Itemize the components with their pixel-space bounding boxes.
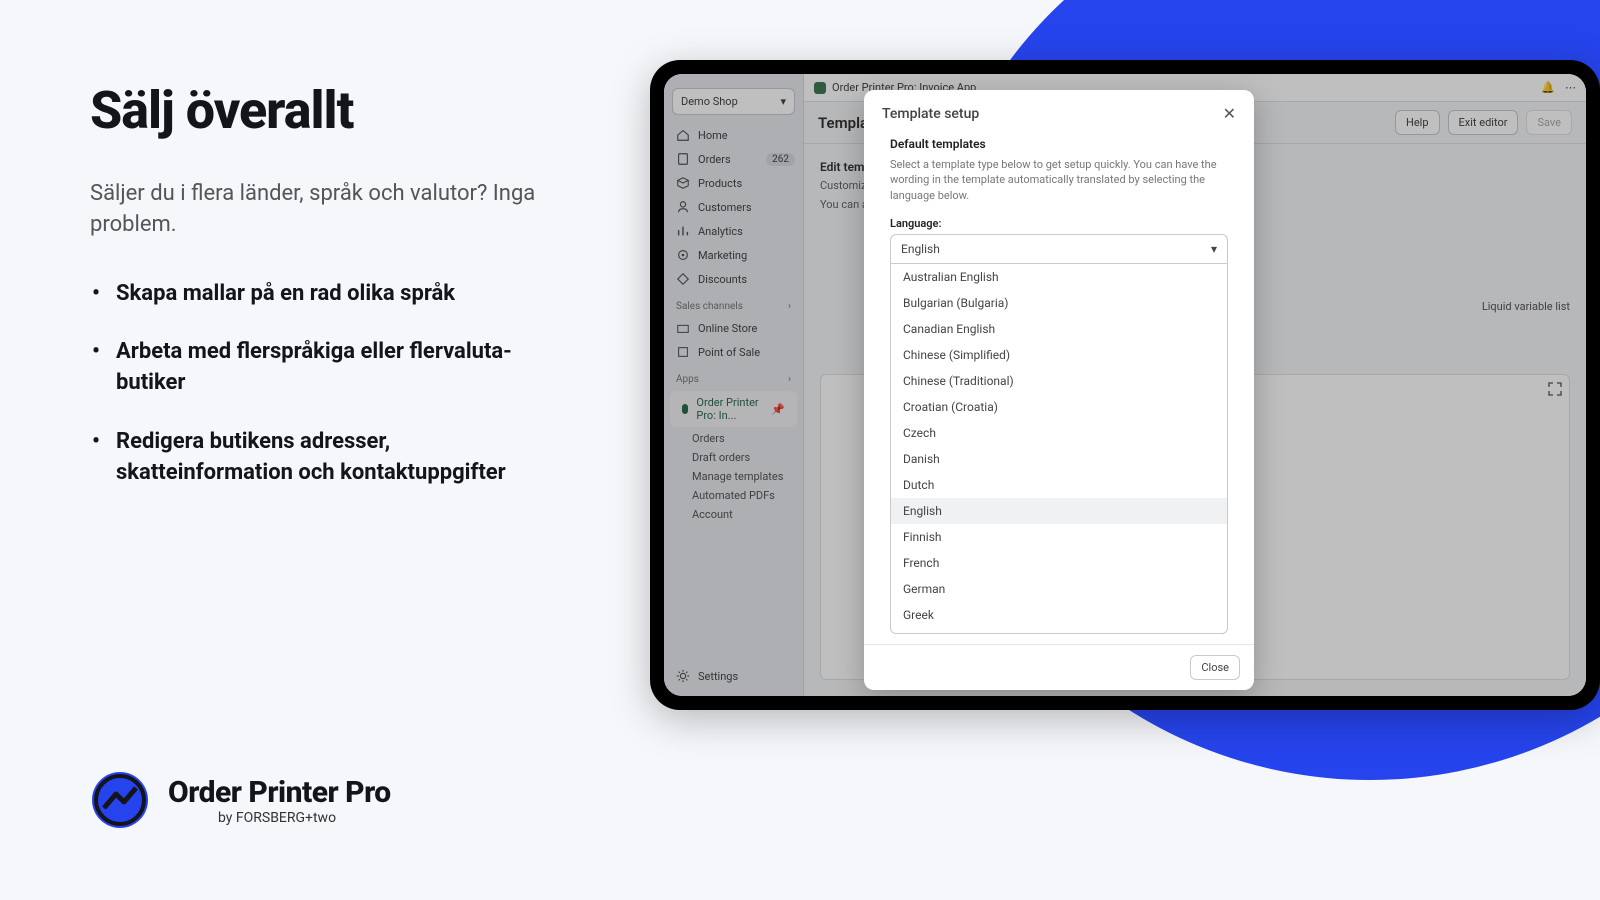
template-setup-modal: Template setup ✕ Default templates Selec… — [864, 90, 1254, 690]
language-option[interactable]: Danish — [891, 446, 1227, 472]
bullet: Arbeta med flerspråkiga eller flervaluta… — [90, 337, 570, 399]
language-option[interactable]: Canadian English — [891, 316, 1227, 342]
brand-name: Order Printer Pro — [168, 775, 391, 810]
language-option[interactable]: Finnish — [891, 524, 1227, 550]
language-option[interactable]: Czech — [891, 420, 1227, 446]
language-option[interactable]: English — [891, 498, 1227, 524]
language-label: Language: — [890, 217, 1228, 230]
headline: Sälj överallt — [90, 80, 570, 141]
modal-title: Template setup — [882, 106, 979, 122]
language-option[interactable]: Croatian (Croatia) — [891, 394, 1227, 420]
marketing-panel: Sälj överallt Säljer du i flera länder, … — [90, 80, 570, 517]
brand-logo-icon — [90, 770, 150, 830]
device-frame: Demo Shop ▾ Home Orders262 Products Cust… — [650, 60, 1600, 710]
language-option[interactable]: Bulgarian (Bulgaria) — [891, 290, 1227, 316]
bullet: Redigera butikens adresser, skatteinform… — [90, 427, 570, 489]
brand-lockup: Order Printer Pro by FORSBERG+two — [90, 770, 391, 830]
language-option[interactable]: Greek — [891, 602, 1227, 628]
language-option[interactable]: Australian English — [891, 264, 1227, 290]
modal-help-text: Select a template type below to get setu… — [890, 157, 1228, 203]
chevron-down-icon: ▾ — [1211, 242, 1217, 256]
language-option[interactable]: French — [891, 550, 1227, 576]
default-templates-heading: Default templates — [890, 137, 1228, 151]
language-option[interactable]: Chinese (Simplified) — [891, 342, 1227, 368]
language-option[interactable]: Hindi — [891, 628, 1227, 634]
bullet: Skapa mallar på en rad olika språk — [90, 279, 570, 310]
language-option[interactable]: Chinese (Traditional) — [891, 368, 1227, 394]
app-screen: Demo Shop ▾ Home Orders262 Products Cust… — [664, 74, 1586, 696]
language-options[interactable]: Australian EnglishBulgarian (Bulgaria)Ca… — [890, 264, 1228, 634]
language-option[interactable]: German — [891, 576, 1227, 602]
language-select[interactable]: English ▾ — [890, 234, 1228, 264]
subtext: Säljer du i flera länder, språk och valu… — [90, 179, 570, 241]
close-icon[interactable]: ✕ — [1223, 104, 1236, 123]
language-option[interactable]: Dutch — [891, 472, 1227, 498]
language-selected-value: English — [901, 242, 940, 256]
close-button[interactable]: Close — [1190, 655, 1240, 680]
brand-byline: by FORSBERG+two — [218, 810, 391, 826]
